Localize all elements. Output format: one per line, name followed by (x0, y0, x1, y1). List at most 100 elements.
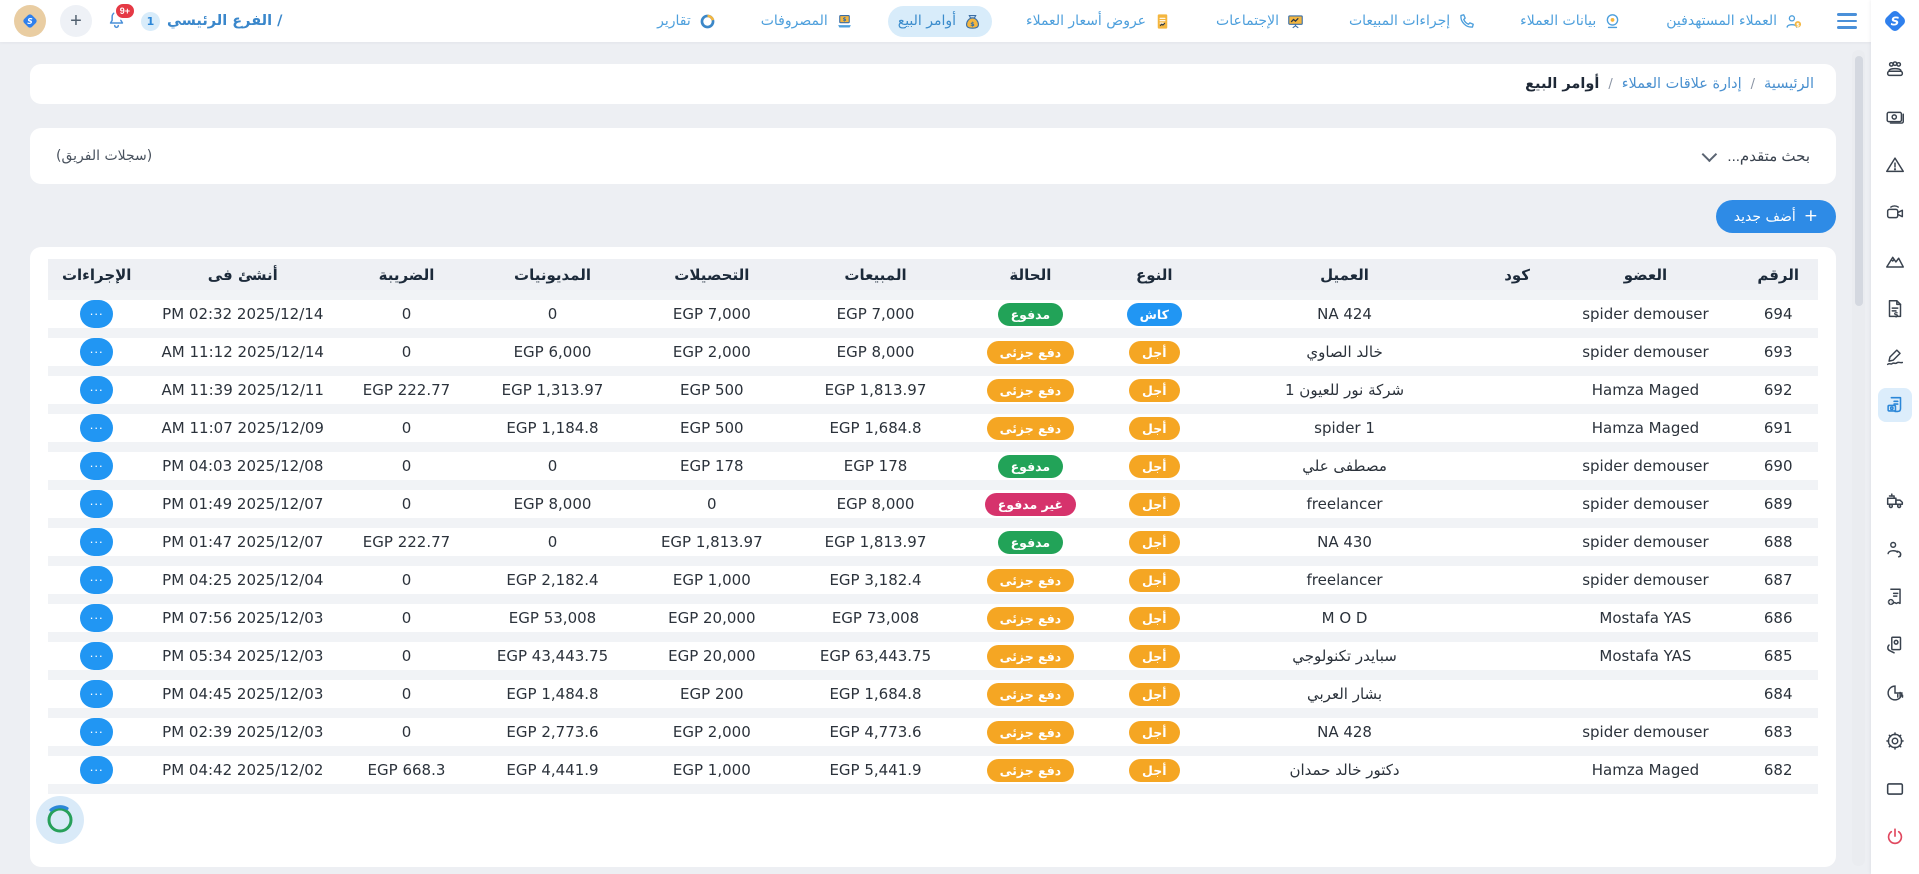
cell-debts: 0 (473, 295, 632, 333)
cell-client: NA 430 (1207, 523, 1481, 561)
row-actions-button[interactable]: ... (80, 300, 113, 328)
nav-item-expenses[interactable]: $ المصروفات (751, 6, 864, 37)
cell-created-at: PM 02:39 2025/12/03 (145, 713, 340, 751)
cell-debts: EGP 8,000 (473, 485, 632, 523)
cell-type: أجل (1101, 561, 1207, 599)
svg-text:$: $ (842, 17, 846, 23)
row-actions-button[interactable]: ... (80, 756, 113, 784)
nav-item-targeted-clients[interactable]: $ العملاء المستهدفين (1656, 6, 1813, 37)
cell-collections: EGP 1,000 (632, 751, 791, 789)
row-actions-button[interactable]: ... (80, 680, 113, 708)
sidebar-item-delivery-truck-icon[interactable] (1878, 484, 1912, 518)
cell-sales: EGP 73,008 (791, 599, 959, 637)
sidebar-item-analytics-pie-icon[interactable] (1878, 676, 1912, 710)
cell-tax: 0 (340, 447, 473, 485)
sidebar-item-payment-hand-icon[interactable] (1878, 628, 1912, 662)
type-badge: أجل (1129, 455, 1179, 478)
cell-created-at: PM 02:32 2025/12/14 (145, 295, 340, 333)
cell-member: Mostafa YAS (1553, 637, 1739, 675)
quick-add-button[interactable]: + (60, 5, 92, 37)
cell-type: أجل (1101, 485, 1207, 523)
cell-type: أجل (1101, 713, 1207, 751)
breadcrumb-crm[interactable]: إدارة علاقات العملاء (1622, 76, 1742, 92)
cell-created-at: PM 04:45 2025/12/03 (145, 675, 340, 713)
reports-donut-icon (698, 12, 717, 31)
cell-client: freelancer (1207, 485, 1481, 523)
table-row: 689spider demouserfreelancerأجلغير مدفوع… (48, 485, 1818, 523)
sidebar-item-sales-orders-receipt-icon[interactable] (1878, 388, 1912, 422)
sidebar-item-signature-icon[interactable] (1878, 340, 1912, 374)
sidebar-item-cash-icon[interactable] (1878, 100, 1912, 134)
sidebar-item-mountain-goals-icon[interactable] (1878, 244, 1912, 278)
type-badge: كاش (1127, 303, 1182, 326)
advanced-search-panel: بحث متقدم... (سجلات الفريق) (30, 128, 1836, 184)
nav-item-sales-actions[interactable]: إجراءات المبيعات (1339, 6, 1486, 37)
sidebar-item-video-call-icon[interactable] (1878, 196, 1912, 230)
cell-code (1482, 333, 1553, 371)
row-actions-button[interactable]: ... (80, 376, 113, 404)
cell-tax: 0 (340, 637, 473, 675)
add-new-button[interactable]: + أضف جديد (1716, 200, 1836, 233)
app-logo[interactable]: S (1871, 0, 1919, 42)
nav-item-meetings[interactable]: الإجتماعات (1206, 6, 1315, 37)
money-bag-icon: $ (963, 12, 982, 31)
row-actions-button[interactable]: ... (80, 642, 113, 670)
cell-member: spider demouser (1553, 295, 1739, 333)
breadcrumb-home[interactable]: الرئيسية (1764, 76, 1814, 92)
cell-sales: EGP 8,000 (791, 333, 959, 371)
cell-member: spider demouser (1553, 561, 1739, 599)
cell-sales: EGP 178 (791, 447, 959, 485)
cell-created-at: PM 05:34 2025/12/03 (145, 637, 340, 675)
advanced-search-toggle[interactable]: بحث متقدم... (1706, 147, 1810, 165)
loader-icon (43, 803, 77, 837)
row-actions-button[interactable]: ... (80, 414, 113, 442)
floating-loader[interactable] (36, 796, 84, 844)
cell-tax: 0 (340, 675, 473, 713)
row-actions-button[interactable]: ... (80, 528, 113, 556)
sidebar-item-power-icon[interactable] (1878, 820, 1912, 854)
status-badge: مدفوع (998, 531, 1064, 554)
cell-code (1482, 713, 1553, 751)
row-actions-button[interactable]: ... (80, 566, 113, 594)
nav-item-reports[interactable]: تقارير (647, 6, 727, 37)
header-debts: المديونيات (473, 259, 632, 295)
cell-collections: 0 (632, 485, 791, 523)
nav-item-clients-data[interactable]: بيانات العملاء (1510, 6, 1632, 37)
branch-selector[interactable]: 1 الفرع الرئيسي / (141, 12, 282, 31)
main-menu: $ العملاء المستهدفين بيانات العملاء إجرا… (647, 6, 1813, 37)
notifications-button[interactable]: +9 (106, 9, 127, 33)
menu-toggle-icon[interactable] (1833, 9, 1861, 32)
row-actions-button[interactable]: ... (80, 718, 113, 746)
nav-item-client-quotes[interactable]: عروض أسعار العملاء (1016, 6, 1182, 37)
cell-tax: EGP 222.77 (340, 371, 473, 409)
sidebar-item-warning-icon[interactable] (1878, 148, 1912, 182)
row-actions-button[interactable]: ... (80, 452, 113, 480)
sidebar-item-invoice-dollar-icon[interactable]: $ (1878, 292, 1912, 326)
page-scrollbar[interactable] (1852, 50, 1865, 866)
sidebar-item-receipt-plus-icon[interactable] (1878, 580, 1912, 614)
sidebar-item-team-meeting-icon[interactable] (1878, 52, 1912, 86)
cell-client: spider 1 (1207, 409, 1481, 447)
cell-type: أجل (1101, 599, 1207, 637)
cell-tax: 0 (340, 485, 473, 523)
row-actions-button[interactable]: ... (80, 604, 113, 632)
cell-member: Hamza Maged (1553, 751, 1739, 789)
cell-actions: ... (48, 713, 145, 751)
scrollbar-thumb[interactable] (1855, 56, 1863, 306)
nav-item-sales-orders[interactable]: $ أوامر البيع (888, 6, 992, 37)
sidebar-item-screen-icon[interactable] (1878, 772, 1912, 806)
cell-actions: ... (48, 295, 145, 333)
type-badge: أجل (1129, 607, 1179, 630)
sidebar-item-customer-callback-icon[interactable] (1878, 532, 1912, 566)
user-avatar[interactable]: S (14, 5, 46, 37)
table-row: 694spider demouserNA 424كاشمدفوعEGP 7,00… (48, 295, 1818, 333)
cell-created-at: PM 01:47 2025/12/07 (145, 523, 340, 561)
cell-member: spider demouser (1553, 523, 1739, 561)
cell-tax: EGP 222.77 (340, 523, 473, 561)
row-actions-button[interactable]: ... (80, 338, 113, 366)
header-actions: الإجراءات (48, 259, 145, 295)
table-row: 688spider demouserNA 430أجلمدفوعEGP 1,81… (48, 523, 1818, 561)
sidebar-item-settings-gear-icon[interactable] (1878, 724, 1912, 758)
main-content: الرئيسية / إدارة علاقات العملاء / أوامر … (0, 42, 1871, 874)
row-actions-button[interactable]: ... (80, 490, 113, 518)
